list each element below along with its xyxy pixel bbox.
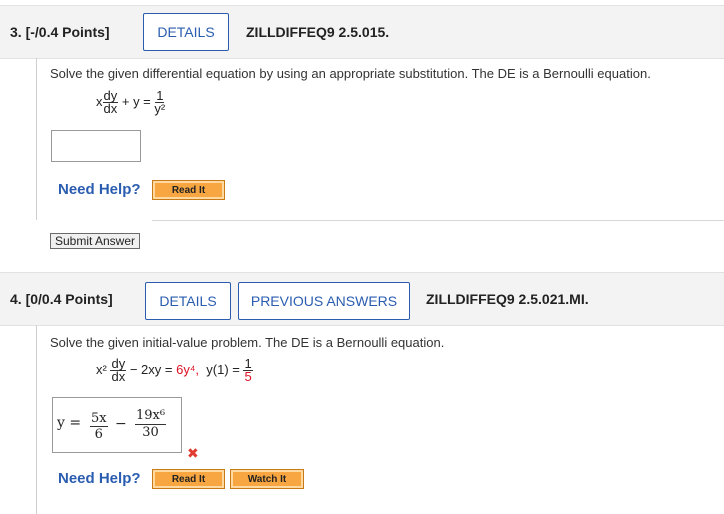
- eq-x2: x²: [96, 361, 107, 377]
- question-3-panel: [36, 58, 37, 220]
- submit-answer-button[interactable]: Submit Answer: [50, 233, 140, 249]
- eq-minus-2xy: − 2xy =: [129, 361, 173, 377]
- ans-t1-num: 5x: [90, 411, 108, 427]
- need-help-label: Need Help?: [58, 181, 141, 198]
- question-4-points: 4. [0/0.4 Points]: [10, 291, 113, 307]
- eq-dydx: dy dx: [102, 89, 119, 116]
- question-3-equation: x dy dx + y = 1 y²: [96, 89, 166, 116]
- eq-rhs: 1 y²: [154, 89, 166, 116]
- ans-minus: −: [115, 416, 127, 432]
- answer-input[interactable]: [51, 130, 141, 162]
- question-4-header-bar: 4. [0/0.4 Points] DETAILS PREVIOUS ANSWE…: [0, 272, 724, 326]
- details-button[interactable]: DETAILS: [143, 13, 229, 51]
- eq-condition: y(1) =: [206, 361, 240, 377]
- question-3-instruction: Solve the given differential equation by…: [50, 66, 651, 81]
- ans-term-2: 19x⁶ 30: [135, 408, 167, 441]
- eq-plus-y: + y =: [121, 93, 151, 109]
- need-help-label: Need Help?: [58, 470, 141, 487]
- eq-dx: dx: [111, 369, 126, 384]
- watch-it-button[interactable]: Watch It: [230, 469, 304, 489]
- eq-dydx: dy dx: [110, 357, 127, 384]
- incorrect-icon: ✖: [187, 445, 199, 461]
- ans-t2-num: 19x⁶: [135, 408, 167, 425]
- eq-dx: dx: [103, 101, 118, 116]
- eq-y2: y²: [154, 101, 166, 116]
- read-it-button[interactable]: Read It: [152, 469, 225, 489]
- question-3-header-bar: 3. [-/0.4 Points] DETAILS ZILLDIFFEQ9 2.…: [0, 5, 724, 59]
- question-4-panel: [36, 325, 37, 514]
- previous-answers-button[interactable]: PREVIOUS ANSWERS: [238, 282, 410, 320]
- question-3-points: 3. [-/0.4 Points]: [10, 24, 110, 40]
- question-3-code: ZILLDIFFEQ9 2.5.015.: [246, 24, 390, 40]
- question-3-separator: [152, 220, 724, 221]
- ans-t1-den: 6: [94, 427, 103, 442]
- eq-rhs: 6y⁴,: [176, 361, 200, 377]
- eq-cond-value: 15: [243, 357, 253, 384]
- read-it-button[interactable]: Read It: [152, 180, 225, 200]
- question-4-instruction: Solve the given initial-value problem. T…: [50, 335, 445, 350]
- question-4-equation: x² dy dx − 2xy = 6y⁴, y(1) = 15: [96, 357, 253, 384]
- ans-y: y =: [57, 415, 82, 431]
- ans-t2-den: 30: [142, 425, 159, 440]
- eq-cond-den: 5: [244, 369, 252, 384]
- question-4-code: ZILLDIFFEQ9 2.5.021.MI.: [426, 291, 589, 307]
- ans-term-1: 5x 6: [90, 411, 108, 442]
- details-button[interactable]: DETAILS: [145, 282, 231, 320]
- answer-input[interactable]: y = 5x 6 − 19x⁶ 30: [52, 397, 182, 453]
